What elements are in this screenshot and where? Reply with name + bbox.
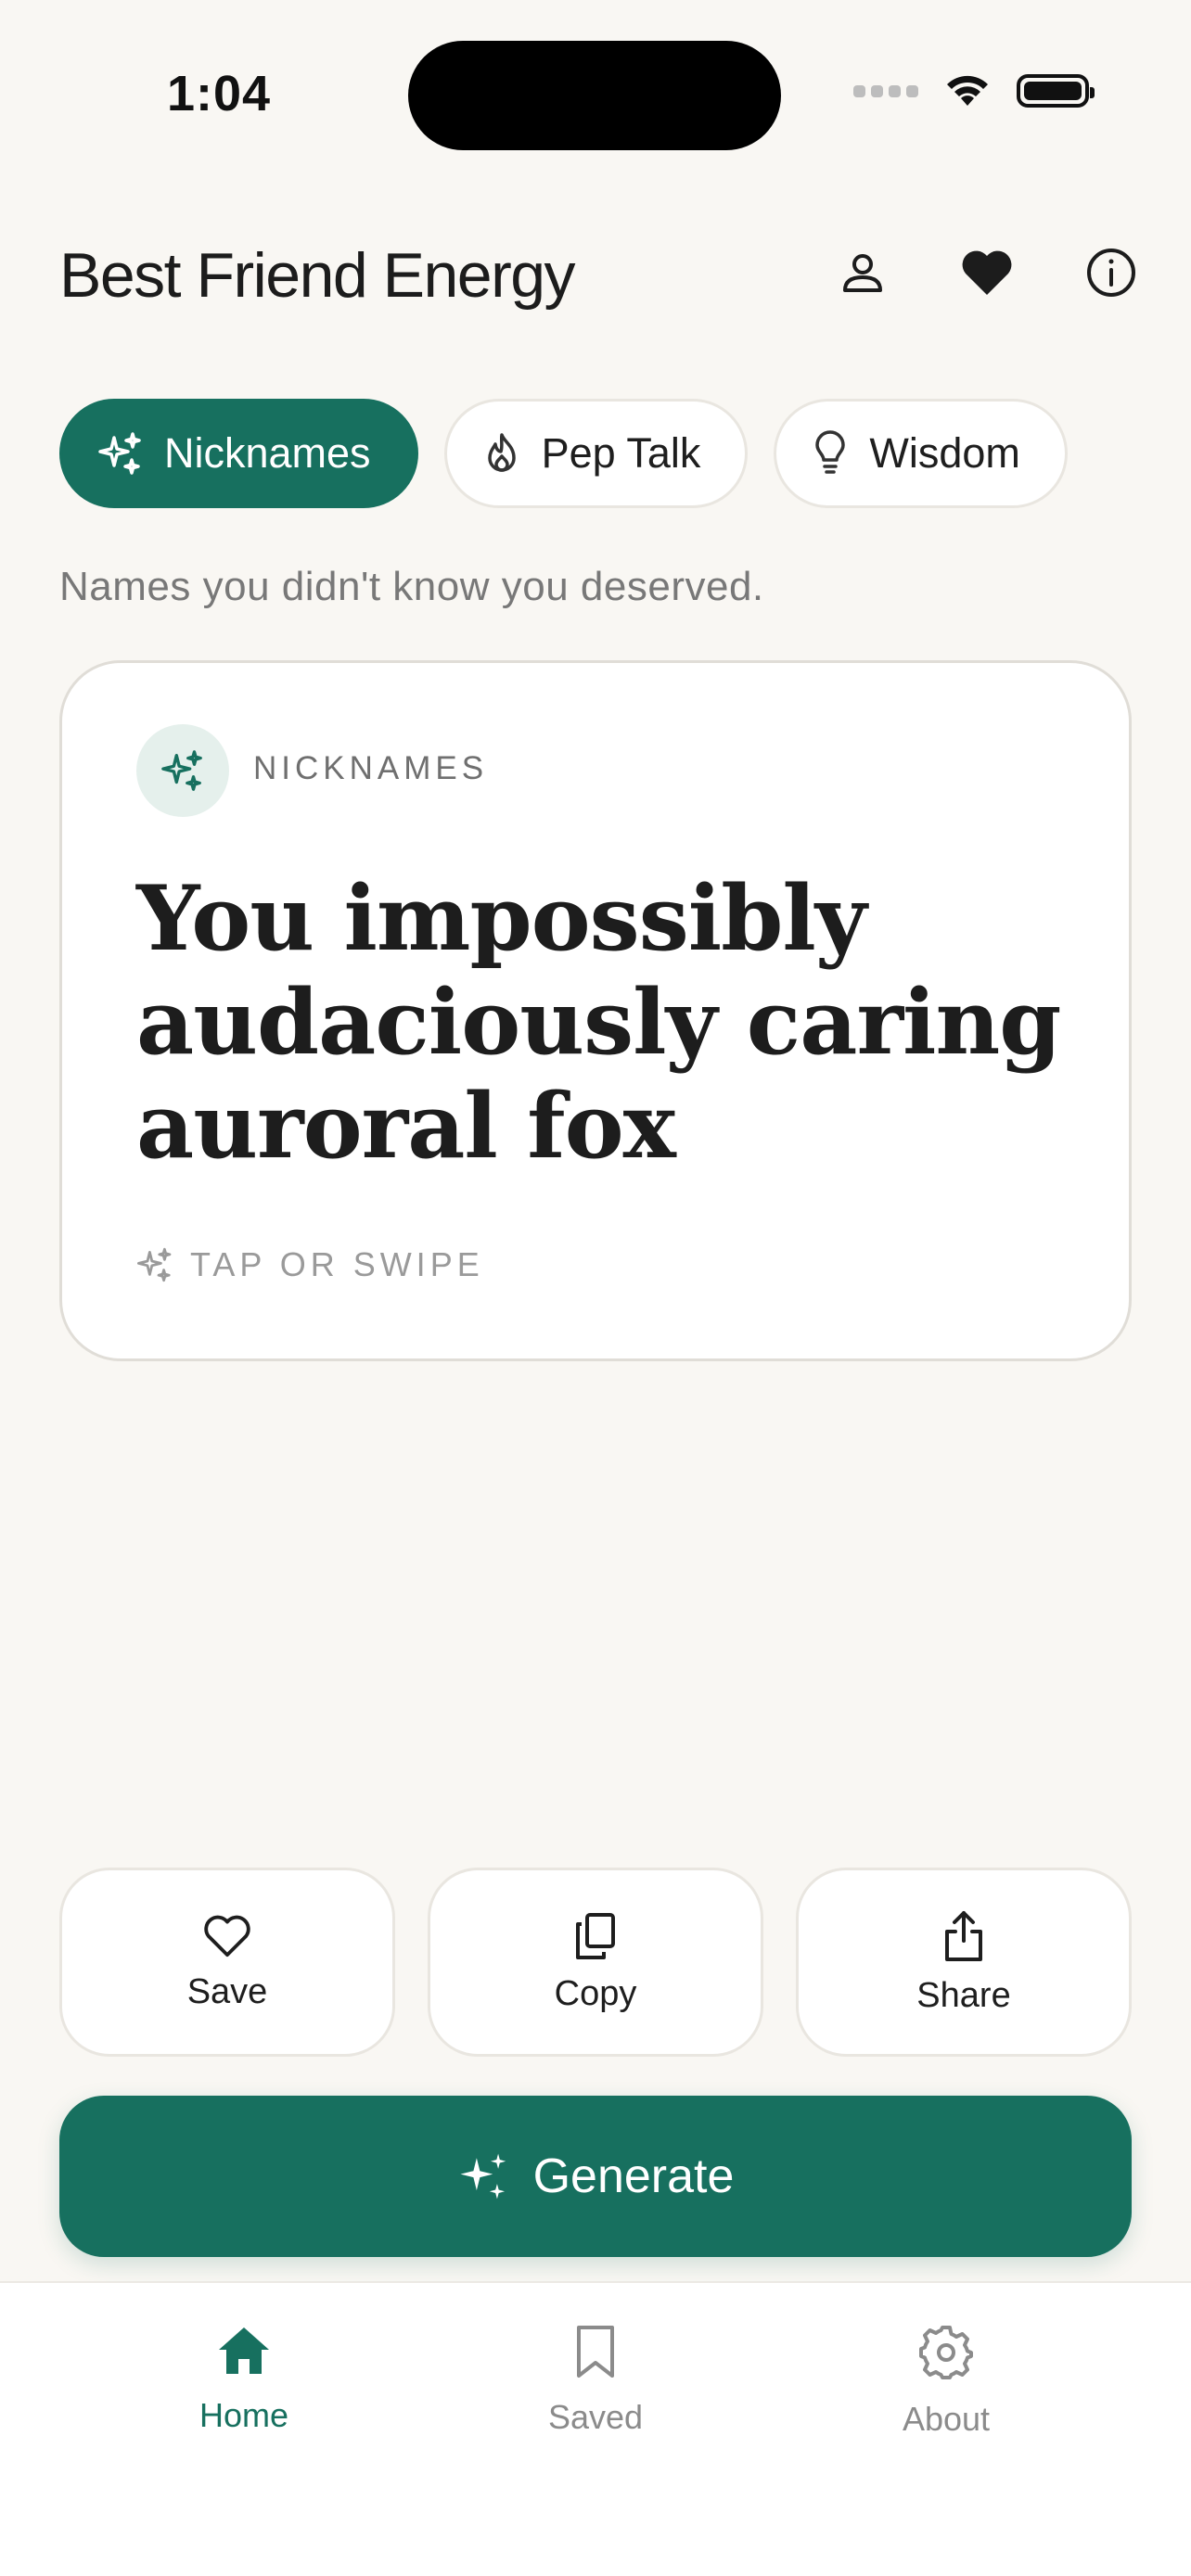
gear-icon (919, 2326, 973, 2379)
copy-button[interactable]: Copy (428, 1868, 763, 2057)
sparkles-icon (98, 432, 141, 475)
nav-home-label: Home (198, 2396, 289, 2434)
tab-wisdom[interactable]: Wisdom (774, 399, 1068, 508)
cellular-signal-icon (853, 84, 918, 97)
nav-saved-label: Saved (547, 2398, 644, 2436)
nickname-card[interactable]: NICKNAMES You impossibly audaciously car… (59, 660, 1132, 1361)
dynamic-island (408, 41, 781, 150)
bookmark-icon (577, 2326, 614, 2378)
battery-icon (1017, 74, 1095, 108)
share-button[interactable]: Share (796, 1868, 1132, 2057)
generate-label: Generate (532, 2149, 735, 2203)
tap-hint: TAP OR SWIPE (136, 1245, 484, 1284)
nav-about[interactable]: About (835, 2324, 1057, 2439)
tab-nicknames[interactable]: Nicknames (59, 399, 418, 508)
save-label: Save (186, 1971, 268, 2011)
heart-icon[interactable] (957, 243, 1017, 302)
card-actions: Save Copy Share (59, 1868, 1132, 2057)
lightbulb-icon (815, 430, 846, 474)
flame-icon (487, 433, 516, 472)
sparkles-icon (460, 2153, 506, 2200)
tab-label: Pep Talk (541, 429, 701, 477)
nav-about-label: About (902, 2400, 991, 2438)
save-button[interactable]: Save (59, 1868, 395, 2057)
generate-button[interactable]: Generate (59, 2096, 1132, 2257)
tab-label: Nicknames (164, 429, 371, 477)
category-badge (136, 724, 229, 817)
tab-label: Wisdom (869, 429, 1020, 477)
app-title: Best Friend Energy (59, 240, 576, 311)
status-time: 1:04 (167, 66, 272, 121)
nickname-text: You impossibly audaciously caring aurora… (136, 866, 1061, 1179)
wifi-icon (947, 75, 988, 106)
share-label: Share (916, 1975, 1011, 2015)
info-icon[interactable] (1082, 243, 1141, 302)
category-tabs: Nicknames Pep Talk Wisdom (59, 399, 1068, 508)
home-icon (219, 2327, 269, 2374)
header-actions (833, 243, 1141, 302)
heart-outline-icon (204, 1915, 250, 1957)
tab-subtitle: Names you didn't know you deserved. (59, 564, 764, 609)
person-icon[interactable] (833, 243, 892, 302)
nav-home[interactable]: Home (133, 2324, 355, 2435)
share-icon (945, 1910, 982, 1961)
app-screen: 1:04 Best Friend Energy Nicknames Pep Ta… (0, 0, 1191, 2576)
bottom-tab-bar: Home Saved About (0, 2281, 1191, 2576)
status-indicators (853, 72, 1095, 109)
copy-label: Copy (554, 1973, 637, 2013)
card-category: NICKNAMES (253, 750, 489, 786)
tab-pep-talk[interactable]: Pep Talk (443, 399, 749, 508)
sparkles-icon (137, 1247, 172, 1282)
nav-saved[interactable]: Saved (484, 2324, 707, 2437)
sparkles-icon (161, 750, 202, 791)
copy-icon (576, 1912, 615, 1959)
hint-label: TAP OR SWIPE (190, 1245, 484, 1283)
